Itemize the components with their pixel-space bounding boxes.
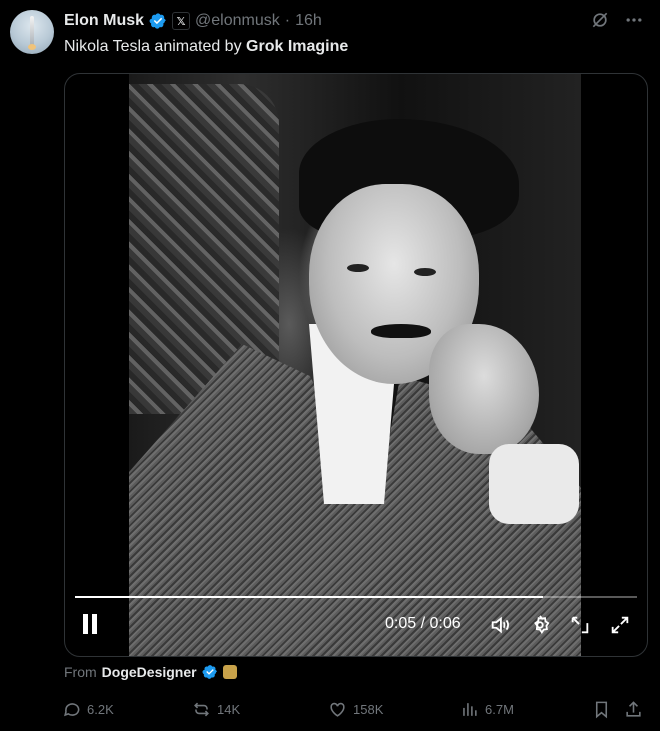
avatar[interactable] bbox=[10, 10, 54, 54]
like-icon bbox=[330, 702, 345, 717]
grok-icon[interactable] bbox=[590, 10, 610, 30]
more-icon[interactable] bbox=[624, 10, 644, 30]
repost-count: 14K bbox=[217, 702, 241, 717]
post-actions: 6.2K 14K 158K 6.7M bbox=[62, 700, 646, 722]
author-handle[interactable]: @elonmusk bbox=[195, 12, 280, 30]
post-text-bold: Grok Imagine bbox=[246, 38, 349, 55]
from-label: From bbox=[64, 664, 97, 680]
avatar-flame bbox=[28, 44, 36, 50]
video-frame bbox=[129, 74, 581, 656]
pip-icon[interactable] bbox=[569, 614, 591, 636]
mustache bbox=[371, 324, 431, 338]
verified-icon bbox=[149, 13, 166, 29]
left-eye bbox=[347, 264, 369, 272]
settings-icon[interactable] bbox=[529, 614, 551, 636]
author-name[interactable]: Elon Musk bbox=[64, 12, 144, 30]
separator-dot: · bbox=[284, 12, 291, 29]
post-text: Nikola Tesla animated by Grok Imagine bbox=[64, 38, 348, 56]
share-icon bbox=[626, 701, 641, 717]
like-button[interactable]: 158K bbox=[328, 700, 383, 719]
post-text-plain: Nikola Tesla animated by bbox=[64, 38, 247, 55]
video-player[interactable]: 0:05 / 0:06 bbox=[64, 73, 648, 657]
right-eye bbox=[414, 268, 436, 276]
affiliate-badge-icon: 𝕏 bbox=[172, 12, 191, 30]
share-button[interactable] bbox=[624, 700, 643, 719]
views-count: 6.7M bbox=[485, 702, 514, 717]
shirt-cuff bbox=[489, 444, 579, 524]
volume-icon[interactable] bbox=[489, 614, 511, 636]
doge-badge-icon bbox=[222, 665, 237, 679]
reply-button[interactable]: 6.2K bbox=[62, 700, 114, 719]
video-progress-bar[interactable] bbox=[75, 596, 637, 598]
video-progress-fill bbox=[75, 596, 544, 598]
video-time: 0:05 / 0:06 bbox=[385, 615, 461, 632]
reply-icon bbox=[64, 703, 80, 717]
bookmark-icon bbox=[595, 701, 608, 719]
verified-icon bbox=[202, 665, 217, 679]
like-count: 158K bbox=[353, 702, 384, 717]
source-name[interactable]: DogeDesigner bbox=[102, 664, 197, 680]
pause-icon[interactable] bbox=[81, 614, 99, 634]
repost-button[interactable]: 14K bbox=[192, 700, 240, 719]
hand bbox=[429, 324, 539, 454]
fullscreen-icon[interactable] bbox=[609, 614, 631, 636]
repost-icon bbox=[194, 702, 209, 717]
views-icon bbox=[463, 703, 477, 716]
avatar-rocket bbox=[30, 16, 34, 46]
video-controls: 0:05 / 0:06 bbox=[65, 600, 647, 656]
media-source: From DogeDesigner bbox=[64, 664, 237, 680]
post-header: Elon Musk 𝕏 @elonmusk · 16h bbox=[64, 10, 322, 32]
post-top-actions bbox=[590, 10, 644, 30]
reply-count: 6.2K bbox=[87, 702, 114, 717]
bookmark-button[interactable] bbox=[592, 700, 611, 719]
views-button[interactable]: 6.7M bbox=[460, 700, 514, 719]
post-time[interactable]: 16h bbox=[295, 12, 322, 30]
